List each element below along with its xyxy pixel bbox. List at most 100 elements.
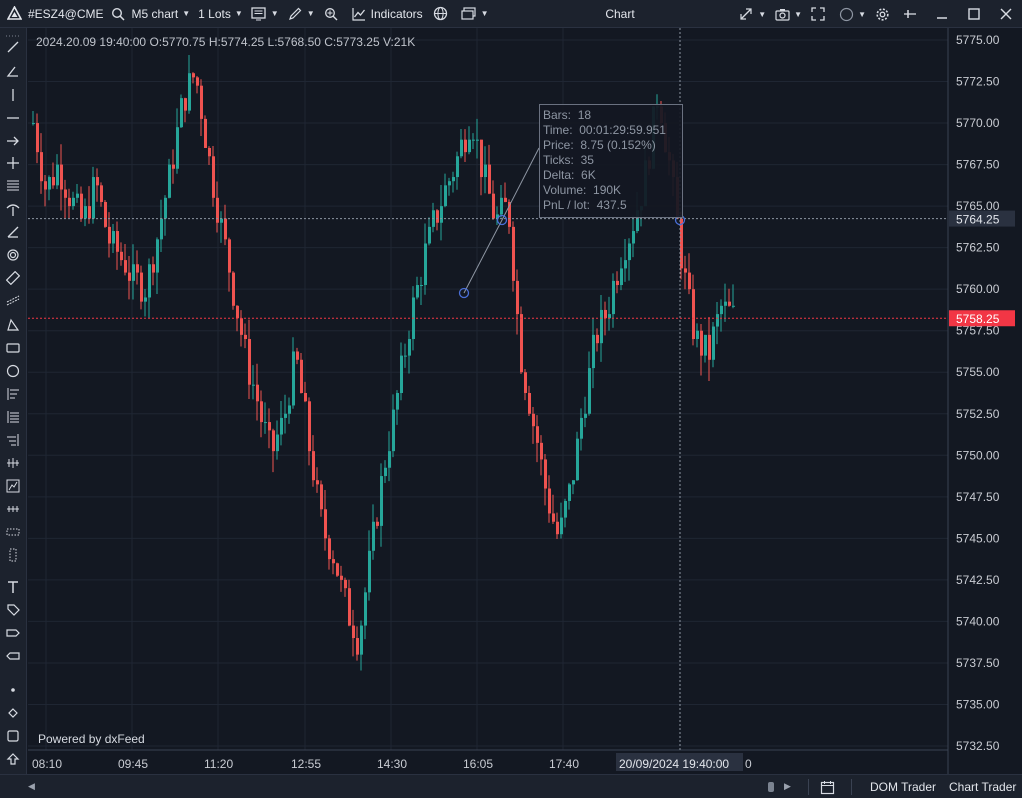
candle-body: [520, 314, 523, 373]
fib-extension-tool[interactable]: [5, 410, 21, 426]
callout-tool[interactable]: [5, 649, 21, 665]
calendar-button[interactable]: [820, 775, 838, 798]
price-chart[interactable]: 5775.005772.505770.005767.505765.005762.…: [28, 28, 1022, 774]
candle-body: [332, 559, 335, 564]
chart-trader-button[interactable]: Chart Trader: [949, 775, 1016, 798]
screenshot-dropdown[interactable]: ▼: [770, 0, 806, 28]
horizontal-line-icon: [6, 111, 20, 128]
calendar-icon: [820, 781, 835, 798]
candle-body: [456, 156, 459, 178]
price-label-tool[interactable]: [5, 626, 21, 642]
cross-line-tool[interactable]: [5, 156, 21, 172]
candle-body: [408, 339, 411, 356]
ray-tool[interactable]: [5, 134, 21, 150]
candle-body: [384, 467, 387, 477]
indicators-button[interactable]: Indicators: [343, 0, 427, 28]
time-tick-label: 08:10: [32, 757, 62, 771]
minimize-button[interactable]: [926, 0, 958, 28]
maximize-button[interactable]: [958, 0, 990, 28]
pencil-icon: [287, 6, 303, 22]
candle-body: [584, 413, 587, 418]
price-tick-label: 5735.00: [956, 697, 1000, 711]
candle-body: [512, 226, 515, 281]
window-layout-dropdown[interactable]: ▼: [453, 0, 493, 28]
measure-tooltip: Bars: 18 Time: 00:01:29:59.951 Price: 8.…: [539, 104, 683, 218]
candle-body: [632, 231, 635, 244]
horizontal-scrollbar[interactable]: ◀ ▶: [28, 781, 798, 793]
square-tool[interactable]: [5, 729, 21, 745]
candle-body: [272, 430, 275, 452]
fullscreen-button[interactable]: [806, 0, 830, 28]
candle-body: [304, 393, 307, 402]
parallel-lines-tool[interactable]: [5, 179, 21, 195]
fib-tool[interactable]: [5, 294, 21, 310]
timeframe-dropdown[interactable]: M5 chart ▼: [128, 0, 195, 28]
text-tool[interactable]: [5, 580, 21, 596]
candle-body: [400, 355, 403, 393]
date-range-tool[interactable]: [5, 548, 21, 564]
dot-tool[interactable]: [5, 683, 21, 699]
pin-button[interactable]: [894, 0, 926, 28]
measure-volume-row: Volume: 190K: [543, 183, 682, 198]
triangle-tool[interactable]: [5, 318, 21, 334]
gann-tool[interactable]: [5, 456, 21, 472]
candle-body: [120, 251, 123, 261]
cycle-lines-tool[interactable]: [5, 502, 21, 518]
settings-button[interactable]: [870, 0, 894, 28]
ellipse-tool[interactable]: [5, 364, 21, 380]
candle-body: [540, 442, 543, 460]
template-dropdown[interactable]: ▼: [247, 0, 283, 28]
lots-dropdown[interactable]: 1 Lots ▼: [194, 0, 247, 28]
line-tool[interactable]: [5, 40, 21, 56]
candle-body: [544, 459, 547, 489]
spiral-tool[interactable]: [5, 248, 21, 264]
candle-body: [696, 330, 699, 340]
candle-body: [188, 73, 191, 111]
candle-body: [592, 334, 595, 369]
candle-body: [448, 181, 451, 186]
symbol-selector[interactable]: #ESZ4@CME: [26, 0, 108, 28]
symbol-search[interactable]: [108, 0, 128, 28]
candle-body: [336, 563, 339, 576]
timezone-button[interactable]: [427, 0, 453, 28]
dotted-range-tool[interactable]: [5, 525, 21, 541]
candle-body: [316, 480, 319, 485]
candle-body: [568, 484, 571, 501]
chevron-down-icon: ▼: [270, 9, 279, 18]
candle-body: [600, 309, 603, 344]
candle-body: [256, 384, 259, 402]
color-dropdown[interactable]: ▼: [830, 0, 870, 28]
candle-body: [56, 164, 59, 186]
rectangle-tool[interactable]: [5, 341, 21, 357]
candle-body: [148, 264, 151, 298]
scroll-right-icon[interactable]: ▶: [784, 781, 791, 792]
candle-body: [628, 243, 631, 261]
link-dropdown[interactable]: ▼: [734, 0, 770, 28]
candle-body: [108, 226, 111, 244]
ruler-tool[interactable]: [5, 270, 21, 287]
label-tool[interactable]: [5, 603, 21, 619]
dom-trader-button[interactable]: DOM Trader: [870, 775, 936, 798]
close-button[interactable]: [990, 0, 1022, 28]
fib-levels-tool[interactable]: [5, 387, 21, 403]
pattern-tool[interactable]: [5, 479, 21, 495]
chevron-down-icon: ▼: [858, 9, 866, 19]
drawing-tools-dropdown[interactable]: ▼: [283, 0, 319, 28]
horizontal-line-tool[interactable]: [5, 111, 21, 127]
callout-icon: [6, 649, 20, 666]
trend-angle-tool[interactable]: [5, 225, 21, 241]
chart-area[interactable]: 5775.00 5772.50 5770.00 5767.50 5765.00 5762.…: [28, 28, 1022, 774]
scroll-left-icon[interactable]: ◀: [28, 781, 35, 792]
fib-fan-tool[interactable]: [5, 433, 21, 449]
pitchfork-tool[interactable]: [5, 203, 21, 219]
angle-tool[interactable]: [5, 64, 21, 80]
logo-icon: [6, 6, 22, 22]
arrow-up-tool[interactable]: [5, 752, 21, 768]
candle-body: [468, 139, 471, 153]
candle-body: [52, 177, 55, 186]
logo-button[interactable]: [0, 0, 26, 28]
vertical-line-tool[interactable]: [5, 88, 21, 104]
diamond-tool[interactable]: [5, 706, 21, 722]
zoom-button[interactable]: [319, 0, 343, 28]
scroll-thumb[interactable]: [768, 782, 774, 792]
